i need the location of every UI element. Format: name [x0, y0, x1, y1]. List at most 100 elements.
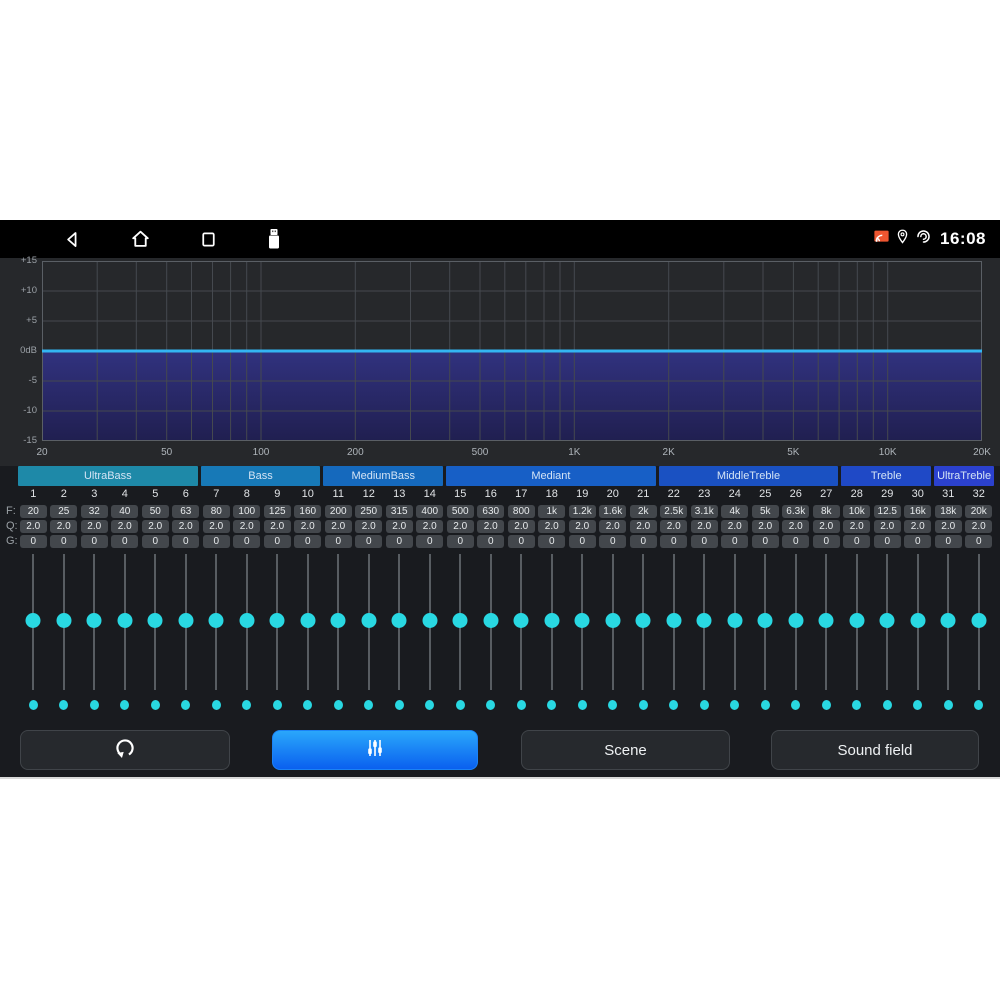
frequency-chip: 20k: [965, 505, 992, 518]
eq-slider-band-18[interactable]: [537, 552, 568, 702]
eq-slider-band-14[interactable]: [415, 552, 446, 702]
slider-knob[interactable]: [971, 613, 986, 628]
eq-slider-band-12[interactable]: [354, 552, 385, 702]
zero-dot-cell: [506, 698, 537, 712]
eq-slider-band-6[interactable]: [171, 552, 202, 702]
slider-knob[interactable]: [544, 613, 559, 628]
zero-dot: [456, 700, 465, 710]
gain-chip-cell: 0: [689, 534, 720, 548]
eq-slider-band-32[interactable]: [964, 552, 995, 702]
slider-knob[interactable]: [209, 613, 224, 628]
q-chip-cell: 2.0: [232, 519, 263, 533]
x-tick-label: 2K: [654, 447, 684, 459]
slider-knob[interactable]: [117, 613, 132, 628]
slider-knob[interactable]: [605, 613, 620, 628]
eq-slider-band-10[interactable]: [293, 552, 324, 702]
eq-slider-band-31[interactable]: [933, 552, 964, 702]
slider-knob[interactable]: [331, 613, 346, 628]
scene-button[interactable]: Scene: [521, 730, 730, 770]
zero-dot: [974, 700, 983, 710]
eq-slider-band-3[interactable]: [79, 552, 110, 702]
frequency-chip: 25: [50, 505, 77, 518]
zero-dot-cell: [262, 698, 293, 712]
slider-knob[interactable]: [849, 613, 864, 628]
gain-chip: 0: [721, 535, 748, 548]
eq-slider-band-17[interactable]: [506, 552, 537, 702]
eq-slider-band-1[interactable]: [18, 552, 49, 702]
eq-slider-band-2[interactable]: [49, 552, 80, 702]
slider-knob[interactable]: [727, 613, 742, 628]
eq-slider-band-19[interactable]: [567, 552, 598, 702]
eq-slider-band-13[interactable]: [384, 552, 415, 702]
slider-knob[interactable]: [575, 613, 590, 628]
eq-slider-band-16[interactable]: [476, 552, 507, 702]
button-bar: Scene Sound field: [0, 730, 1000, 770]
eq-slider-band-5[interactable]: [140, 552, 171, 702]
zero-dot-cell: [445, 698, 476, 712]
eq-slider-band-23[interactable]: [689, 552, 720, 702]
eq-slider-band-30[interactable]: [903, 552, 934, 702]
slider-knob[interactable]: [422, 613, 437, 628]
eq-slider-band-21[interactable]: [628, 552, 659, 702]
eq-slider-band-8[interactable]: [232, 552, 263, 702]
slider-knob[interactable]: [87, 613, 102, 628]
y-tick-label: +5: [0, 315, 37, 327]
slider-knob[interactable]: [178, 613, 193, 628]
zero-dot: [608, 700, 617, 710]
gain-chip-cell: 0: [293, 534, 324, 548]
home-icon[interactable]: [129, 228, 152, 250]
gain-chip: 0: [20, 535, 47, 548]
eq-slider-band-28[interactable]: [842, 552, 873, 702]
eq-slider-band-15[interactable]: [445, 552, 476, 702]
q-chip: 2.0: [782, 520, 809, 533]
eq-slider-band-26[interactable]: [781, 552, 812, 702]
back-icon[interactable]: [62, 229, 83, 250]
cast-icon: [872, 227, 891, 251]
eq-slider-band-4[interactable]: [110, 552, 141, 702]
slider-knob[interactable]: [270, 613, 285, 628]
slider-knob[interactable]: [300, 613, 315, 628]
slider-knob[interactable]: [361, 613, 376, 628]
eq-slider-band-29[interactable]: [872, 552, 903, 702]
eq-slider-band-7[interactable]: [201, 552, 232, 702]
slider-knob[interactable]: [392, 613, 407, 628]
slider-knob[interactable]: [910, 613, 925, 628]
zero-dot-cell: [781, 698, 812, 712]
sound-field-button[interactable]: Sound field: [771, 730, 979, 770]
equalizer-tab-button[interactable]: [272, 730, 478, 770]
gain-chip: 0: [752, 535, 779, 548]
q-chip: 2.0: [416, 520, 443, 533]
slider-knob[interactable]: [880, 613, 895, 628]
slider-knob[interactable]: [758, 613, 773, 628]
slider-knob[interactable]: [453, 613, 468, 628]
frequency-chip: 160: [294, 505, 321, 518]
reset-button[interactable]: [20, 730, 230, 770]
slider-knob[interactable]: [788, 613, 803, 628]
eq-slider-band-9[interactable]: [262, 552, 293, 702]
slider-knob[interactable]: [636, 613, 651, 628]
slider-knob[interactable]: [239, 613, 254, 628]
eq-slider-band-11[interactable]: [323, 552, 354, 702]
zero-dot: [700, 700, 709, 710]
slider-knob[interactable]: [56, 613, 71, 628]
zero-dot-cell: [18, 698, 49, 712]
eq-slider-band-27[interactable]: [811, 552, 842, 702]
slider-knob[interactable]: [26, 613, 41, 628]
recents-icon[interactable]: [198, 229, 219, 250]
eq-slider-band-24[interactable]: [720, 552, 751, 702]
eq-slider-band-25[interactable]: [750, 552, 781, 702]
gain-chip: 0: [203, 535, 230, 548]
slider-knob[interactable]: [697, 613, 712, 628]
slider-knob[interactable]: [819, 613, 834, 628]
zero-dot: [578, 700, 587, 710]
slider-knob[interactable]: [483, 613, 498, 628]
eq-slider-band-22[interactable]: [659, 552, 690, 702]
slider-knob[interactable]: [514, 613, 529, 628]
gain-chip-cell: 0: [659, 534, 690, 548]
gain-chip-cell: 0: [903, 534, 934, 548]
eq-slider-band-20[interactable]: [598, 552, 629, 702]
slider-knob[interactable]: [148, 613, 163, 628]
zero-dot: [242, 700, 251, 710]
slider-knob[interactable]: [666, 613, 681, 628]
slider-knob[interactable]: [941, 613, 956, 628]
